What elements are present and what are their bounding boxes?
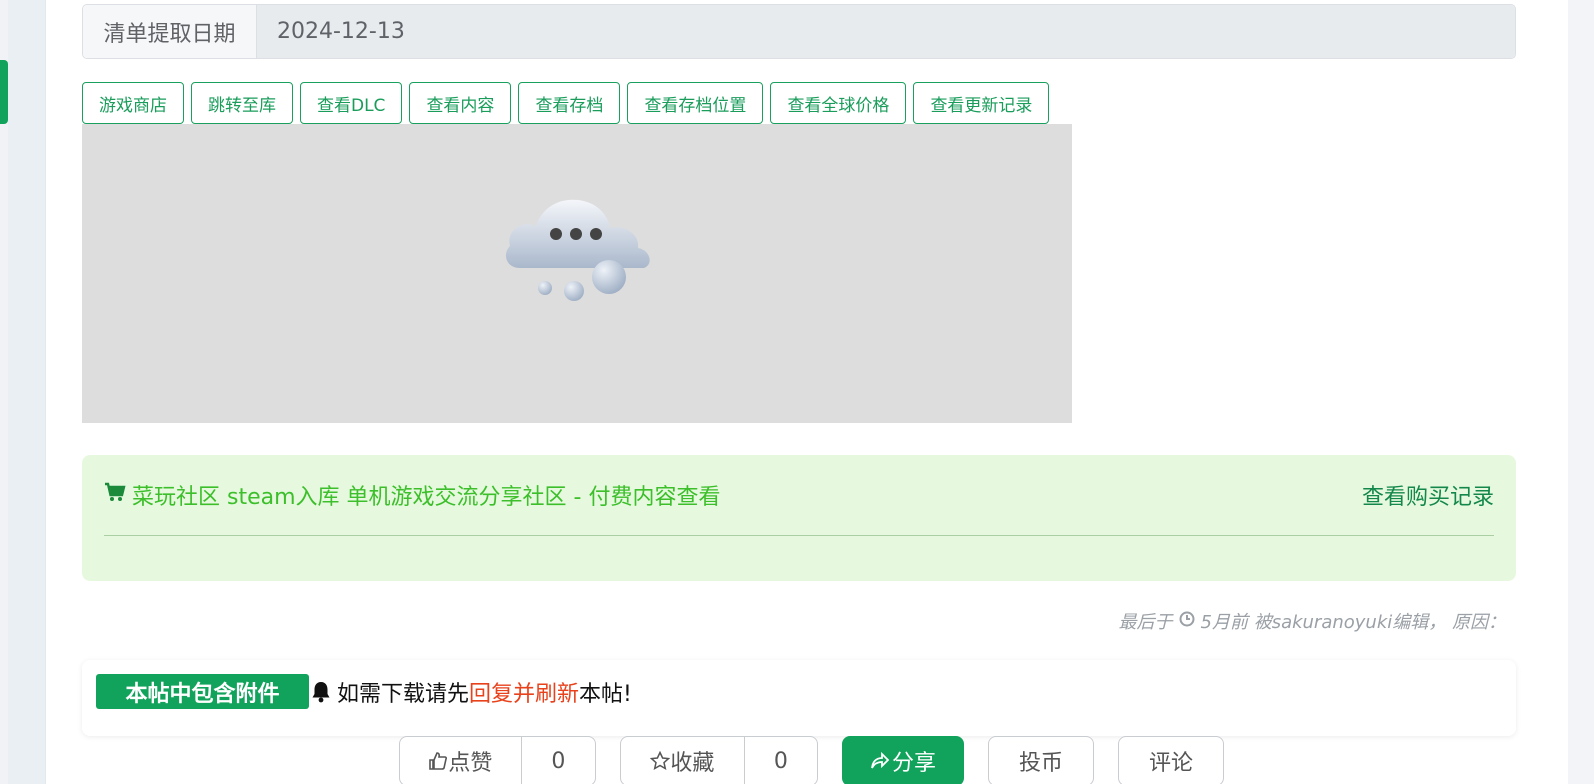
favorite-label: 收藏 [670, 751, 715, 776]
view-purchase-record-link[interactable]: 查看购买记录 [1362, 479, 1494, 511]
share-button[interactable]: 分享 [842, 736, 965, 784]
paid-content-title-text: 菜玩社区 steam入库 单机游戏交流分享社区 - 付费内容查看 [132, 485, 721, 510]
game-store-button[interactable]: 游戏商店 [82, 82, 184, 124]
share-icon [870, 751, 890, 771]
last-edit-text: 5月前 被sakuranoyuki编辑， 原因： [1200, 612, 1506, 633]
last-edit-prefix: 最后于 [1118, 612, 1173, 633]
like-label: 点赞 [448, 751, 493, 776]
like-count: 0 [551, 748, 566, 774]
comment-button[interactable]: 评论 [1118, 736, 1225, 784]
image-loading-placeholder [82, 124, 1072, 423]
post-content: 清单提取日期 2024-12-13 游戏商店 跳转至库 查看DLC 查看内容 查… [46, 0, 1568, 784]
view-global-price-button[interactable]: 查看全球价格 [770, 82, 907, 124]
favorite-count: 0 [773, 748, 788, 774]
cart-icon [104, 482, 126, 508]
view-save-location-button[interactable]: 查看存档位置 [627, 82, 764, 124]
post-actions: 点赞 0 收藏 0 分享 投币 评论 [399, 736, 1225, 784]
paid-panel-divider [104, 535, 1494, 536]
attachment-badge: 本帖中包含附件 [96, 674, 309, 709]
attachment-notice: 本帖中包含附件 如需下载请先 回复并刷新 本帖! [82, 660, 1516, 736]
clock-icon [1179, 611, 1195, 632]
left-active-indicator [0, 60, 8, 124]
attachment-text-before: 如需下载请先 [337, 681, 470, 707]
view-saves-button[interactable]: 查看存档 [518, 82, 621, 124]
view-dlc-button[interactable]: 查看DLC [300, 82, 403, 124]
loading-cloud-icon [500, 184, 656, 306]
attachment-text-highlight: 回复并刷新 [469, 681, 580, 707]
right-rail [1568, 0, 1594, 784]
extract-date-row: 清单提取日期 2024-12-13 [82, 4, 1516, 59]
paid-content-title: 菜玩社区 steam入库 单机游戏交流分享社区 - 付费内容查看 [104, 479, 720, 511]
star-icon [650, 751, 671, 771]
share-label: 分享 [892, 751, 937, 776]
thumbs-up-icon [428, 751, 448, 771]
attachment-message: 如需下载请先 回复并刷新 本帖! [311, 674, 632, 709]
favorite-button[interactable]: 收藏 [621, 737, 744, 784]
bell-icon [311, 681, 331, 703]
last-edit-note: 最后于 5月前 被sakuranoyuki编辑， 原因： [1119, 608, 1506, 634]
like-button[interactable]: 点赞 [400, 737, 521, 784]
like-group[interactable]: 点赞 0 [399, 736, 596, 784]
left-gutter [8, 0, 46, 784]
coin-button[interactable]: 投币 [988, 736, 1095, 784]
favorite-group[interactable]: 收藏 0 [620, 736, 818, 784]
extract-date-label: 清单提取日期 [83, 5, 257, 58]
view-content-button[interactable]: 查看内容 [409, 82, 512, 124]
extract-date-value: 2024-12-13 [257, 5, 1515, 58]
paid-content-panel: 菜玩社区 steam入库 单机游戏交流分享社区 - 付费内容查看 查看购买记录 [82, 455, 1516, 581]
game-tools-toolbar: 游戏商店 跳转至库 查看DLC 查看内容 查看存档 查看存档位置 查看全球价格 … [82, 82, 1050, 124]
attachment-text-after: 本帖! [579, 681, 632, 707]
view-update-log-button[interactable]: 查看更新记录 [913, 82, 1050, 124]
jump-to-library-button[interactable]: 跳转至库 [191, 82, 293, 124]
